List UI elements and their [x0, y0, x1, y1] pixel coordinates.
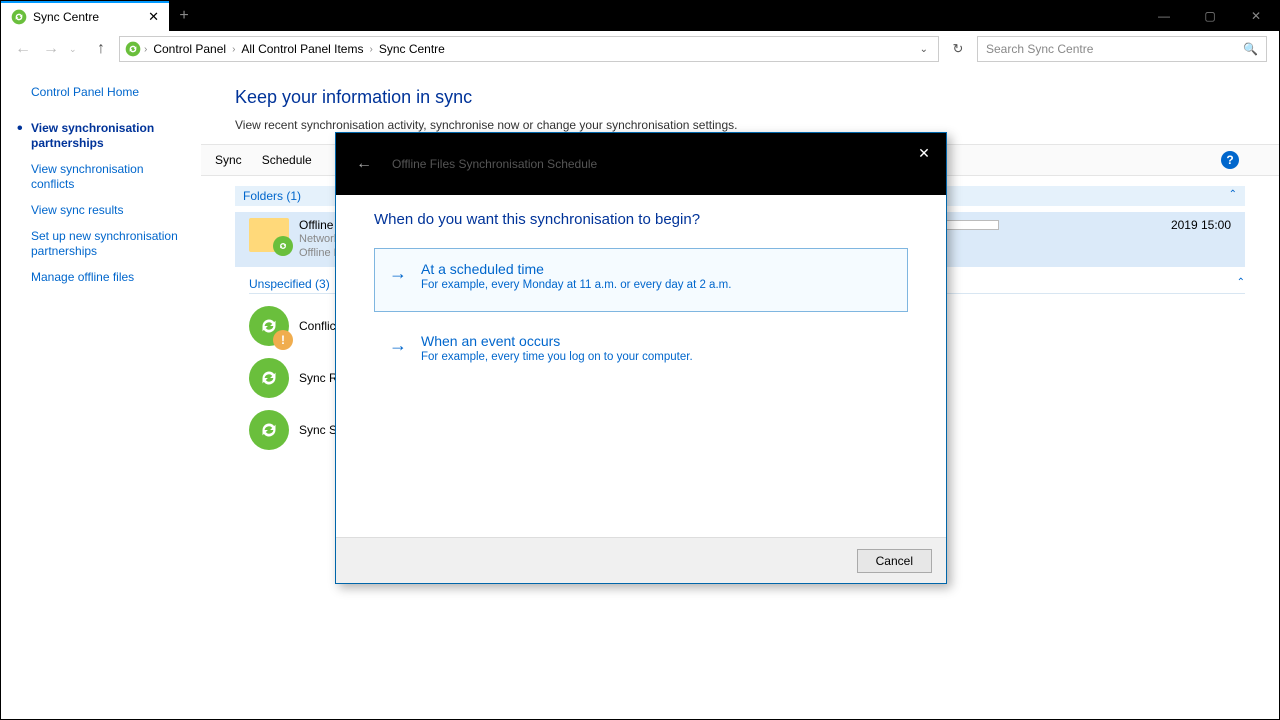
tab-title: Sync Centre	[33, 10, 99, 24]
new-tab-button[interactable]: +	[169, 1, 199, 31]
sidebar-link-partnerships[interactable]: View synchronisation partnerships	[31, 121, 189, 152]
arrow-right-icon: →	[389, 261, 407, 291]
toolbar-schedule-button[interactable]: Schedule	[262, 153, 312, 167]
search-placeholder: Search Sync Centre	[986, 42, 1093, 56]
group-label: Unspecified (3)	[249, 277, 330, 291]
option-title: When an event occurs	[421, 333, 693, 349]
minimize-button[interactable]: —	[1141, 1, 1187, 31]
chevron-right-icon: ›	[369, 44, 372, 55]
page-subtitle: View recent synchronisation activity, sy…	[235, 118, 1245, 132]
up-button[interactable]: ↑	[91, 39, 111, 59]
breadcrumb[interactable]: Control Panel	[149, 42, 230, 56]
dialog-title: Offline Files Synchronisation Schedule	[392, 157, 597, 171]
sidebar-link-manage[interactable]: Manage offline files	[31, 270, 189, 286]
option-event-occurs[interactable]: → When an event occurs For example, ever…	[374, 320, 908, 384]
chevron-right-icon: ›	[144, 44, 147, 55]
group-label: Folders (1)	[243, 189, 301, 203]
option-title: At a scheduled time	[421, 261, 731, 277]
recent-dropdown[interactable]: ⌄	[69, 44, 83, 55]
option-desc: For example, every time you log on to yo…	[421, 351, 693, 363]
address-dropdown-icon[interactable]: ⌄	[914, 44, 934, 55]
breadcrumb[interactable]: All Control Panel Items	[237, 42, 367, 56]
sidebar: Control Panel Home View synchronisation …	[1, 67, 201, 719]
back-button[interactable]: ←	[13, 39, 33, 59]
chevron-up-icon[interactable]: ⌃	[1237, 277, 1245, 288]
sync-centre-icon	[11, 9, 27, 25]
dialog-back-button[interactable]: ←	[350, 150, 378, 178]
search-icon: 🔍	[1243, 42, 1258, 56]
sidebar-link-home[interactable]: Control Panel Home	[31, 85, 189, 101]
dialog-heading: When do you want this synchronisation to…	[374, 211, 908, 228]
titlebar: Sync Centre ✕ + — ▢ ✕	[1, 1, 1279, 31]
schedule-dialog: ← Offline Files Synchronisation Schedule…	[335, 132, 947, 584]
refresh-button[interactable]: ↻	[947, 38, 969, 60]
navbar: ← → ⌄ ↑ › Control Panel › All Control Pa…	[1, 31, 1279, 67]
sync-icon	[249, 410, 289, 450]
sync-overlay-icon	[273, 236, 293, 256]
warning-overlay-icon: !	[273, 330, 293, 350]
window-controls: — ▢ ✕	[1141, 1, 1279, 31]
tab-close-icon[interactable]: ✕	[148, 9, 159, 25]
item-timestamp: 2019 15:00	[1171, 218, 1231, 232]
dialog-footer: Cancel	[336, 537, 946, 583]
sync-icon	[249, 358, 289, 398]
breadcrumb[interactable]: Sync Centre	[375, 42, 449, 56]
forward-button[interactable]: →	[41, 39, 61, 59]
toolbar-sync-button[interactable]: Sync	[215, 153, 242, 167]
close-button[interactable]: ✕	[1233, 1, 1279, 31]
address-bar[interactable]: › Control Panel › All Control Panel Item…	[119, 36, 939, 62]
sync-icon: !	[249, 306, 289, 346]
search-input[interactable]: Search Sync Centre 🔍	[977, 36, 1267, 62]
page-title: Keep your information in sync	[235, 87, 1245, 108]
cancel-button[interactable]: Cancel	[857, 549, 932, 573]
sidebar-link-results[interactable]: View sync results	[31, 203, 189, 219]
help-icon[interactable]: ?	[1221, 151, 1239, 169]
folder-icon	[249, 218, 289, 252]
chevron-right-icon: ›	[232, 44, 235, 55]
arrow-right-icon: →	[389, 333, 407, 363]
maximize-button[interactable]: ▢	[1187, 1, 1233, 31]
option-scheduled-time[interactable]: → At a scheduled time For example, every…	[374, 248, 908, 312]
dialog-close-button[interactable]: ✕	[910, 141, 938, 165]
dialog-body: When do you want this synchronisation to…	[336, 195, 946, 537]
dialog-titlebar: ← Offline Files Synchronisation Schedule…	[336, 133, 946, 195]
sidebar-link-setup[interactable]: Set up new synchronisation partnerships	[31, 229, 189, 260]
chevron-up-icon[interactable]: ⌃	[1229, 189, 1237, 200]
sidebar-link-conflicts[interactable]: View synchronisation conflicts	[31, 162, 189, 193]
window-tab[interactable]: Sync Centre ✕	[1, 1, 169, 31]
sync-centre-icon	[124, 40, 142, 58]
option-desc: For example, every Monday at 11 a.m. or …	[421, 279, 731, 291]
